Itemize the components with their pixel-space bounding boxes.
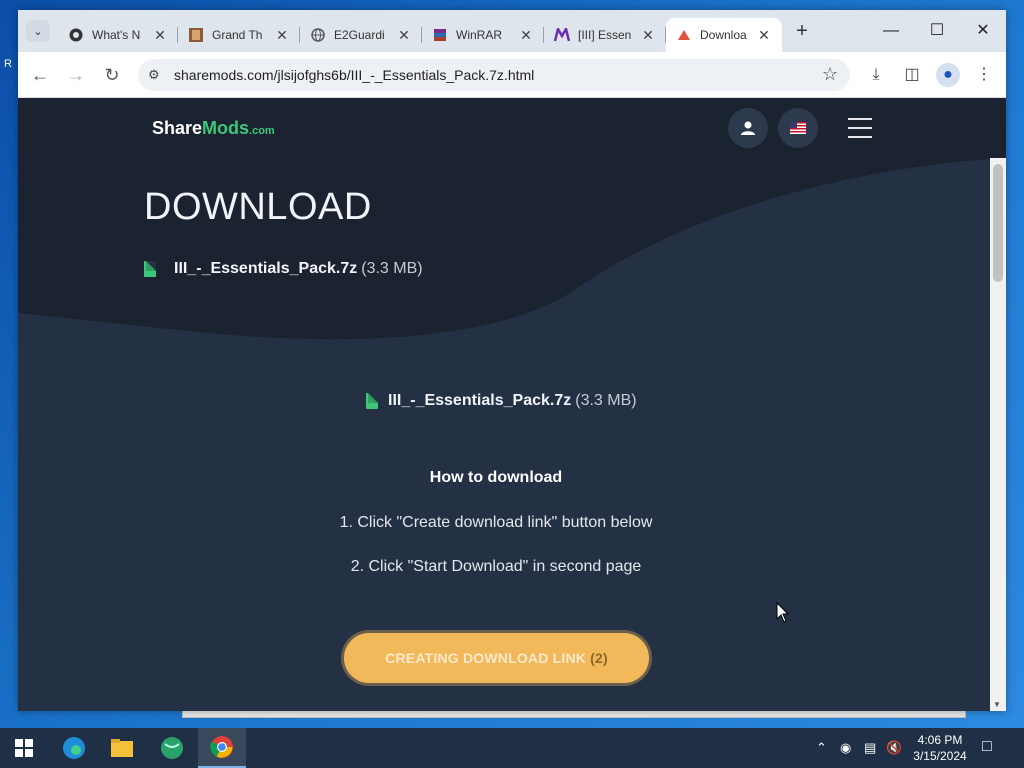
show-hidden-icons-button[interactable]: ⌃ xyxy=(816,740,827,756)
us-flag-icon xyxy=(790,122,806,134)
page-title: DOWNLOAD xyxy=(144,186,372,228)
howto-heading: How to download xyxy=(429,469,563,486)
new-tab-button[interactable]: + xyxy=(790,20,814,44)
github-icon xyxy=(68,27,84,43)
tab-whats-new[interactable]: What's N ✕ xyxy=(58,18,178,52)
file-info-header: III_-_Essentials_Pack.7z (3.3 MB) xyxy=(144,260,423,278)
tab-winrar[interactable]: WinRAR ✕ xyxy=(422,18,544,52)
chevron-down-icon: ⌄ xyxy=(33,25,43,38)
page-scrollbar[interactable]: ▼ xyxy=(990,158,1006,711)
scrollbar-thumb[interactable] xyxy=(993,164,1003,282)
edge-icon xyxy=(63,737,85,759)
create-download-link-button[interactable]: CREATING DOWNLOAD LINK (2) xyxy=(344,633,649,683)
clock-time: 4:06 PM xyxy=(917,733,963,747)
mouse-cursor-icon xyxy=(776,602,790,623)
tab-strip: ⌄ What's N ✕ Grand Th ✕ E2Guardi ✕ WinRA… xyxy=(18,10,1006,52)
tab-grand-theft[interactable]: Grand Th ✕ xyxy=(178,18,300,52)
browser-toolbar: ← → ↻ ⚙ sharemods.com/jlsijofghs6b/III_-… xyxy=(18,52,1006,98)
volume-muted-icon[interactable]: 🔇 xyxy=(886,740,902,756)
url-text: sharemods.com/jlsijofghs6b/III_-_Essenti… xyxy=(174,67,535,83)
tab-search-button[interactable]: ⌄ xyxy=(26,20,50,42)
close-tab-icon[interactable]: ✕ xyxy=(756,27,772,44)
file-name: III_-_Essentials_Pack.7z xyxy=(174,260,358,277)
site-header: ShareMods.com xyxy=(18,98,1006,158)
close-tab-icon[interactable]: ✕ xyxy=(518,27,534,44)
close-window-button[interactable]: ✕ xyxy=(960,18,1006,44)
close-tab-icon[interactable]: ✕ xyxy=(274,27,290,44)
chrome-icon xyxy=(210,736,233,758)
page-content: ShareMods.com DOWNLOAD III_-_Essentials_… xyxy=(18,98,1006,711)
maximize-button[interactable]: ☐ xyxy=(914,18,960,44)
file-name: III_-_Essentials_Pack.7z xyxy=(388,392,572,409)
site-settings-icon[interactable]: ⚙ xyxy=(148,67,160,83)
sharemods-icon xyxy=(676,27,692,43)
user-icon xyxy=(741,121,755,135)
file-icon xyxy=(366,393,378,409)
profile-avatar-icon[interactable]: ● xyxy=(936,63,960,87)
downloads-icon[interactable]: ⤓ xyxy=(864,63,888,87)
language-button[interactable] xyxy=(778,108,818,148)
taskbar-clock[interactable]: 4:06 PM 3/15/2024 xyxy=(908,732,972,764)
minimize-button[interactable]: — xyxy=(868,18,914,44)
tab-download-active[interactable]: Downloa ✕ xyxy=(666,18,782,52)
winrar-icon xyxy=(432,27,448,43)
windows-logo-icon xyxy=(15,739,33,757)
network-icon[interactable]: ▤ xyxy=(864,740,876,756)
clock-date: 3/15/2024 xyxy=(913,749,967,763)
notification-center-icon[interactable]: □ xyxy=(982,738,992,756)
file-info-center: III_-_Essentials_Pack.7z (3.3 MB) xyxy=(366,392,637,410)
game-cover-icon xyxy=(188,27,204,43)
howto-step-1: 1. Click "Create download link" button b… xyxy=(339,514,653,531)
close-tab-icon[interactable]: ✕ xyxy=(640,27,656,44)
menu-kebab-icon[interactable]: ⋮ xyxy=(972,63,996,87)
file-size: (3.3 MB) xyxy=(361,260,423,277)
taskbar-edge[interactable] xyxy=(50,728,98,768)
forward-button[interactable]: → xyxy=(64,63,88,87)
sharemods-logo[interactable]: ShareMods.com xyxy=(152,118,275,139)
bookmark-star-icon[interactable]: ☆ xyxy=(822,64,838,85)
file-icon xyxy=(144,261,156,277)
browser-window: ⌄ What's N ✕ Grand Th ✕ E2Guardi ✕ WinRA… xyxy=(18,10,1006,711)
reload-button[interactable]: ↻ xyxy=(100,63,124,87)
desktop-icon-fragment: R xyxy=(4,58,12,70)
howto-step-2: 2. Click "Start Download" in second page xyxy=(350,558,642,575)
taskbar-file-explorer[interactable] xyxy=(98,728,146,768)
close-tab-icon[interactable]: ✕ xyxy=(396,27,412,44)
purple-m-icon xyxy=(554,27,570,43)
file-size: (3.3 MB) xyxy=(575,392,637,409)
scroll-down-arrow-icon[interactable]: ▼ xyxy=(993,700,1001,709)
taskbar-app[interactable] xyxy=(148,728,196,768)
folder-icon xyxy=(111,739,133,757)
hamburger-menu-icon[interactable] xyxy=(848,118,872,138)
taskbar: ⌃ ◉ ▤ 🔇 4:06 PM 3/15/2024 □ xyxy=(0,728,1024,768)
close-tab-icon[interactable]: ✕ xyxy=(152,27,168,44)
start-button[interactable] xyxy=(0,728,48,768)
address-bar[interactable]: ⚙ sharemods.com/jlsijofghs6b/III_-_Essen… xyxy=(138,59,850,91)
globe-app-icon xyxy=(161,737,183,759)
meet-now-icon[interactable]: ◉ xyxy=(840,740,851,756)
user-account-button[interactable] xyxy=(728,108,768,148)
tab-iii-essentials[interactable]: [III] Essen ✕ xyxy=(544,18,666,52)
side-panel-icon[interactable]: ◫ xyxy=(900,63,924,87)
taskbar-chrome[interactable] xyxy=(198,728,246,768)
back-button[interactable]: ← xyxy=(28,63,52,87)
tab-e2guardian[interactable]: E2Guardi ✕ xyxy=(300,18,422,52)
globe-icon xyxy=(310,27,326,43)
